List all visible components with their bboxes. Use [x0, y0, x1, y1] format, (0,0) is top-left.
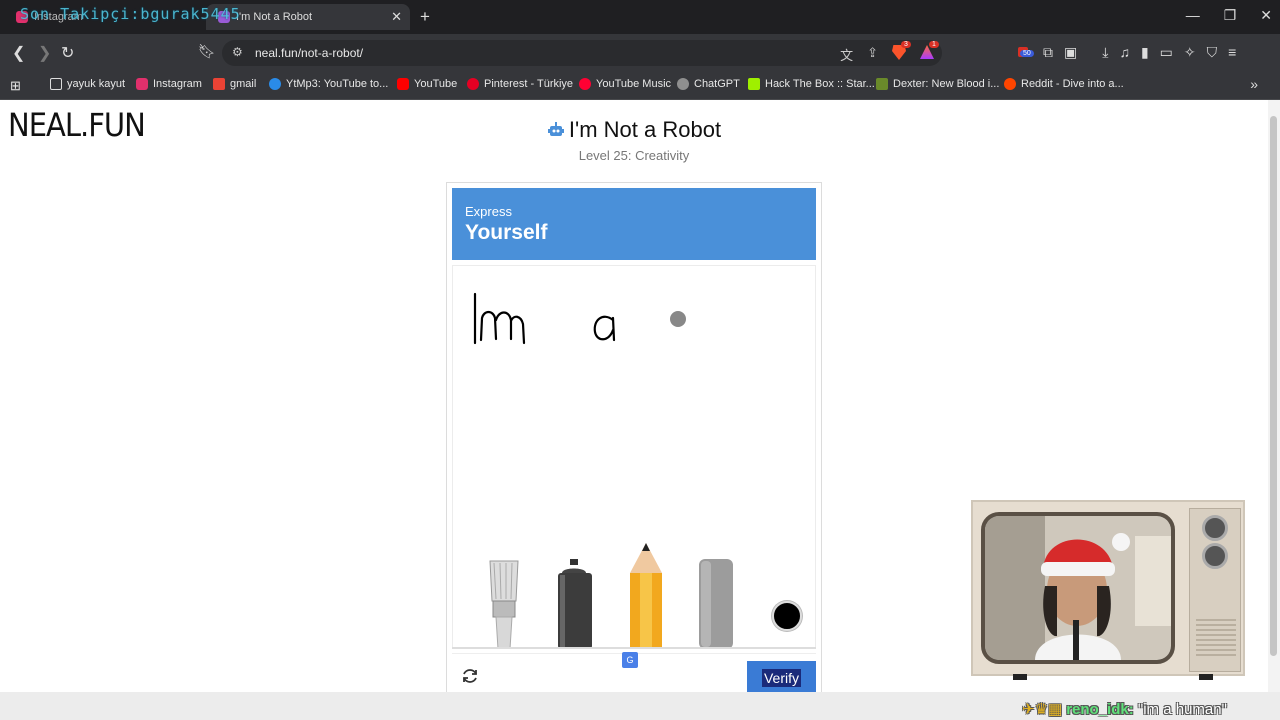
- music-icon[interactable]: ♫: [1119, 44, 1130, 61]
- spray-can-tool[interactable]: [556, 559, 594, 649]
- tab-not-a-robot[interactable]: I'm Not a Robot ✕: [206, 4, 410, 30]
- tab-title: I'm Not a Robot: [236, 11, 313, 23]
- verify-button[interactable]: Verify: [747, 661, 816, 695]
- reddit-icon: [1004, 78, 1016, 90]
- close-window-icon[interactable]: ✕: [1260, 7, 1272, 24]
- close-tab-icon[interactable]: ✕: [391, 9, 402, 25]
- tv-knob-icon: [1202, 543, 1228, 569]
- captcha-header: Express Yourself: [452, 188, 816, 260]
- captcha-footer: G Verify: [452, 652, 816, 695]
- tv-leg: [1199, 674, 1213, 680]
- screenshot-icon[interactable]: ▣: [1064, 44, 1077, 61]
- dexter-icon: [876, 78, 888, 90]
- color-picker-swatch[interactable]: [772, 601, 802, 631]
- webcam-feed: [981, 512, 1175, 664]
- reload-icon[interactable]: ↻: [61, 43, 74, 63]
- bookmark-item[interactable]: gmail: [213, 78, 256, 90]
- address-bar[interactable]: ⚙ neal.fun/not-a-robot/ 文 ⇪ 3 1: [222, 40, 942, 66]
- captcha-prompt-small: Express: [465, 204, 512, 219]
- brave-shields-icon[interactable]: 3: [892, 41, 911, 64]
- extension-icon[interactable]: 50: [1018, 44, 1034, 61]
- refresh-icon[interactable]: [460, 666, 480, 686]
- page-title: I'm Not a Robot: [0, 117, 1268, 143]
- translate-icon[interactable]: 文: [840, 45, 853, 64]
- youtube-icon: [397, 78, 409, 90]
- back-icon[interactable]: ❮: [12, 43, 25, 63]
- stream-chat-message: ✈♛▦ reno_idk: "im a human": [1022, 701, 1227, 718]
- bookmark-item[interactable]: YtMp3: YouTube to...: [269, 78, 388, 90]
- toolbar-icons: 50 ⧉ ▣ ⤓ ♫ ▮ ▭ ✧ ⛉ ≡: [1018, 44, 1236, 61]
- bookmark-item[interactable]: Hack The Box :: Star...: [748, 78, 875, 90]
- brave-rewards-icon[interactable]: 1: [920, 41, 939, 64]
- gmail-icon: [213, 78, 225, 90]
- download-icon[interactable]: ⤓: [1102, 44, 1108, 61]
- tool-palette: [452, 543, 816, 649]
- tab-title: Instagram: [34, 11, 83, 23]
- ytmp3-icon: [269, 78, 281, 90]
- tab-instagram[interactable]: Instagram: [4, 4, 204, 30]
- bookmark-item[interactable]: Instagram: [136, 78, 202, 90]
- tv-speaker-grille: [1196, 619, 1236, 659]
- page-scrollbar[interactable]: [1268, 100, 1280, 692]
- address-bar-actions: 文 ⇪ 3 1: [840, 41, 939, 64]
- site-settings-icon[interactable]: ⚙: [232, 45, 243, 59]
- instagram-icon: [136, 78, 148, 90]
- more-bookmarks-icon[interactable]: »: [1250, 76, 1258, 92]
- new-tab-button[interactable]: +: [420, 7, 430, 27]
- instagram-icon: [16, 11, 28, 23]
- bookmark-icon[interactable]: 🔖︎: [198, 43, 216, 60]
- tv-knob-icon: [1202, 515, 1228, 541]
- bookmark-item[interactable]: Dexter: New Blood i...: [876, 78, 999, 90]
- tv-leg: [1013, 674, 1027, 680]
- brush-cursor: [670, 311, 686, 327]
- maximize-icon[interactable]: ❐: [1224, 7, 1237, 24]
- window-controls: — ❐ ✕: [1186, 7, 1272, 24]
- leo-ai-icon[interactable]: ✧: [1184, 44, 1196, 61]
- share-icon[interactable]: ⇪: [867, 45, 878, 64]
- tab-strip: Instagram I'm Not a Robot ✕ + Son Takipç…: [0, 0, 1280, 34]
- palette-divider: [452, 647, 816, 649]
- sidebar-icon[interactable]: ▮: [1141, 44, 1149, 61]
- apps-grid-icon[interactable]: ⊞: [10, 78, 21, 94]
- vpn-icon[interactable]: ⛉: [1207, 44, 1218, 61]
- eraser-tool[interactable]: [698, 559, 734, 649]
- pinterest-icon: [467, 78, 479, 90]
- navigation-bar: ❮ ❯ ↻ 🔖︎ ⚙ neal.fun/not-a-robot/ 文 ⇪ 3 1…: [0, 34, 1280, 72]
- paintbrush-tool[interactable]: [486, 559, 522, 649]
- bookmark-item[interactable]: Reddit - Dive into a...: [1004, 78, 1124, 90]
- captcha-prompt-big: Yourself: [465, 221, 548, 244]
- scrollbar-thumb[interactable]: [1270, 116, 1277, 656]
- bookmark-item[interactable]: ChatGPT: [677, 78, 740, 90]
- youtube-music-icon: [579, 78, 591, 90]
- pencil-tool[interactable]: [628, 543, 664, 649]
- google-translate-icon[interactable]: G: [622, 652, 638, 668]
- neal-fun-icon: [218, 11, 230, 23]
- chatgpt-icon: [677, 78, 689, 90]
- bookmark-item[interactable]: YouTube: [397, 78, 457, 90]
- chat-badges-icon: ✈♛▦: [1022, 701, 1063, 718]
- webcam-tv-frame: [971, 500, 1245, 680]
- robot-icon: [547, 122, 564, 136]
- captcha-widget: Express Yourself G Verify: [446, 182, 822, 700]
- hackthebox-icon: [748, 78, 760, 90]
- minimize-icon[interactable]: —: [1186, 7, 1200, 24]
- forward-icon[interactable]: ❯: [38, 43, 51, 63]
- wallet-icon[interactable]: ▭: [1160, 44, 1173, 61]
- puzzle-icon[interactable]: ⧉: [1043, 44, 1053, 61]
- url-text[interactable]: neal.fun/not-a-robot/: [255, 46, 363, 60]
- level-subtitle: Level 25: Creativity: [578, 148, 690, 163]
- bookmarks-bar: ⊞ yayuk kayut Instagram gmail YtMp3: You…: [0, 72, 1280, 100]
- folder-icon: [50, 78, 62, 90]
- bookmark-item[interactable]: Pinterest - Türkiye: [467, 78, 573, 90]
- bookmark-item[interactable]: yayuk kayut: [50, 78, 125, 90]
- tv-control-panel: [1189, 508, 1241, 672]
- bookmark-item[interactable]: YouTube Music: [579, 78, 671, 90]
- menu-icon[interactable]: ≡: [1228, 44, 1236, 61]
